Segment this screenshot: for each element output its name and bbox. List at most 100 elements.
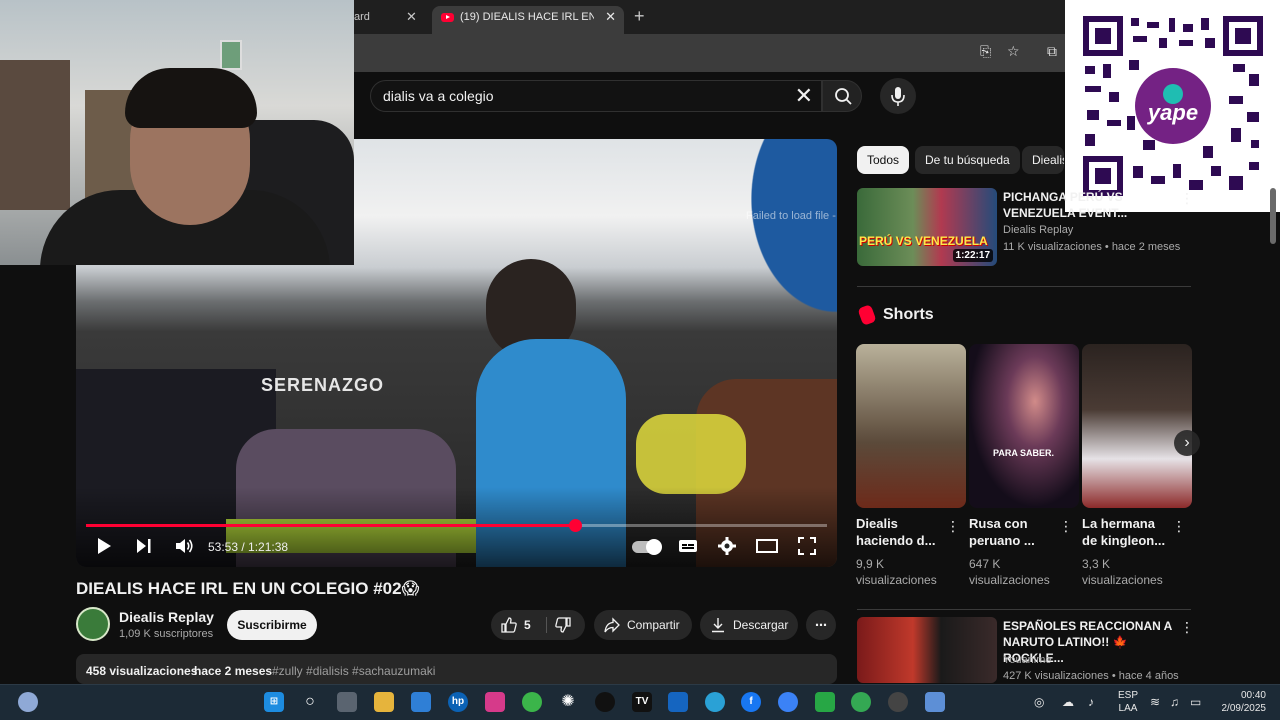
short-views: 3,3 K visualizaciones — [1082, 557, 1163, 587]
instagram-icon[interactable] — [485, 692, 505, 712]
bookmark-star-icon[interactable]: ☆ — [1007, 43, 1020, 60]
system-clock[interactable]: 00:40 2/09/2025 — [1218, 689, 1267, 715]
chip-de-tu-busqueda[interactable]: De tu búsqueda — [915, 146, 1020, 174]
close-icon[interactable]: ✕ — [795, 84, 813, 108]
theater-mode-button[interactable] — [756, 537, 778, 560]
progress-scrubber[interactable] — [569, 519, 583, 532]
store-icon[interactable] — [411, 692, 431, 712]
dislike-button[interactable] — [555, 610, 571, 644]
voice-search-button[interactable] — [880, 78, 916, 114]
volume-button[interactable] — [175, 537, 193, 560]
wifi-icon[interactable]: ≋ — [1150, 695, 1160, 709]
hp-icon[interactable]: hp — [448, 692, 468, 712]
subscriber-count: 1,09 K suscriptores — [119, 628, 214, 640]
recommended-video-stats: 11 K visualizaciones • hace 2 meses — [1003, 241, 1181, 253]
obs-icon[interactable] — [595, 692, 615, 712]
autoplay-toggle[interactable] — [632, 539, 662, 555]
webcam-wall-picture — [220, 40, 242, 70]
channel-name[interactable]: Diealis Replay — [119, 609, 214, 625]
recommended-video-stats: 427 K visualizaciones • hace 4 años — [1003, 670, 1179, 682]
video-scene-bag — [636, 414, 746, 494]
close-tab-icon[interactable]: ✕ — [406, 6, 417, 28]
chatgpt-icon[interactable]: ✺ — [558, 692, 578, 712]
recommended-video-thumbnail[interactable] — [857, 617, 997, 683]
video-title: DIEALIS HACE IRL EN UN COLEGIO #02😱 — [76, 579, 420, 598]
more-vert-icon[interactable]: ⋮ — [1172, 518, 1186, 535]
tab-youtube-active[interactable]: (19) DIEALIS HACE IRL EN UN C ✕ — [432, 6, 624, 34]
steam-icon[interactable] — [925, 692, 945, 712]
chrome-icon[interactable] — [522, 692, 542, 712]
short-title[interactable]: La hermana de kingleon... — [1082, 515, 1172, 549]
search-icon[interactable]: ○ — [300, 692, 320, 712]
settings-button[interactable] — [718, 537, 736, 560]
video-duration: 1:22:17 — [952, 249, 993, 262]
short-thumbnail[interactable] — [856, 344, 966, 508]
short-thumbnail[interactable]: PARA SABER. — [969, 344, 1079, 508]
cloud-icon[interactable]: ☁ — [1062, 695, 1074, 709]
app-icon[interactable] — [668, 692, 688, 712]
clock-time: 00:40 — [1240, 690, 1266, 701]
extensions-icon[interactable]: ⧉ — [1047, 43, 1057, 60]
install-app-icon[interactable]: ⎘ — [980, 43, 991, 60]
download-button[interactable]: Descargar — [700, 610, 798, 640]
start-icon[interactable]: ⊞ — [264, 692, 284, 712]
chip-diealis[interactable]: Diealis — [1022, 146, 1064, 174]
subscribe-button[interactable]: Suscribirme — [227, 610, 317, 640]
security-icon[interactable]: ◎ — [1034, 695, 1044, 709]
progress-bar[interactable] — [86, 519, 827, 532]
search-button[interactable] — [822, 80, 862, 112]
recommended-video-title[interactable]: PICHANGA PERÚ VS VENEZUELA EVENT... — [1003, 189, 1173, 221]
new-tab-button[interactable]: + — [634, 6, 645, 26]
tab-previous[interactable]: ard ✕ — [354, 6, 426, 34]
facebook-icon[interactable]: f — [741, 692, 761, 712]
recommended-video-channel[interactable]: Diealis Replay — [1003, 224, 1073, 236]
battery-icon[interactable]: ▭ — [1190, 695, 1201, 709]
view-count: 458 visualizaciones — [86, 664, 198, 678]
search-input[interactable]: dialis va a colegio ✕ — [370, 80, 822, 112]
chrome-icon[interactable] — [851, 692, 871, 712]
recommended-video-thumbnail[interactable]: PERÚ VS VENEZUELA 1:22:17 — [857, 188, 997, 266]
excel-icon[interactable] — [815, 692, 835, 712]
subtitles-button[interactable] — [678, 537, 698, 560]
share-icon — [604, 610, 620, 644]
messenger-icon[interactable] — [778, 692, 798, 712]
fullscreen-button[interactable] — [798, 537, 816, 560]
recommended-video-channel[interactable]: Youanime — [1003, 654, 1052, 666]
fullscreen-icon — [798, 537, 816, 555]
short-caption-overlay: PARA SABER. — [993, 448, 1055, 458]
more-vert-icon[interactable]: ⋮ — [1180, 190, 1194, 207]
share-button[interactable]: Compartir — [594, 610, 692, 640]
microphone-icon[interactable]: ♪ — [1088, 695, 1094, 709]
description-box[interactable]: 458 visualizaciones hace 2 meses #zully … — [76, 654, 837, 684]
short-title[interactable]: Rusa con peruano ... — [969, 515, 1059, 549]
subtitles-icon — [679, 540, 697, 552]
like-button[interactable] — [501, 610, 517, 644]
weather-icon[interactable] — [18, 692, 38, 712]
obs-icon[interactable] — [888, 692, 908, 712]
input-language[interactable]: ESP LAA — [1118, 689, 1138, 715]
volume-icon — [176, 539, 193, 553]
shorts-next-button[interactable]: › — [1174, 430, 1200, 456]
volume-icon[interactable]: ♫ — [1170, 695, 1179, 709]
more-vert-icon[interactable]: ⋮ — [946, 518, 960, 535]
overlay-error-text: Failed to load file - new dialis irl — [746, 210, 837, 222]
next-button[interactable] — [136, 537, 152, 560]
close-tab-icon[interactable]: ✕ — [605, 6, 616, 28]
short-title[interactable]: Diealis haciendo d... — [856, 515, 946, 549]
hashtags[interactable]: #zully #dialisis #sachauzumaki — [272, 664, 435, 678]
like-dislike-group: 5 — [491, 610, 585, 640]
channel-avatar[interactable] — [76, 607, 110, 641]
play-button[interactable] — [96, 537, 112, 560]
more-vert-icon[interactable]: ⋮ — [1180, 619, 1194, 636]
more-actions-button[interactable]: ⋯ — [806, 610, 836, 640]
short-thumbnail[interactable] — [1082, 344, 1192, 508]
divider — [857, 286, 1191, 287]
canva-icon[interactable] — [705, 692, 725, 712]
scrollbar-thumb[interactable] — [1270, 188, 1276, 244]
tradingview-icon[interactable]: TV — [632, 692, 652, 712]
search-query-text: dialis va a colegio — [383, 88, 494, 104]
file-explorer-icon[interactable] — [374, 692, 394, 712]
task-view-icon[interactable] — [337, 692, 357, 712]
more-vert-icon[interactable]: ⋮ — [1059, 518, 1073, 535]
chip-todos[interactable]: Todos — [857, 146, 910, 174]
